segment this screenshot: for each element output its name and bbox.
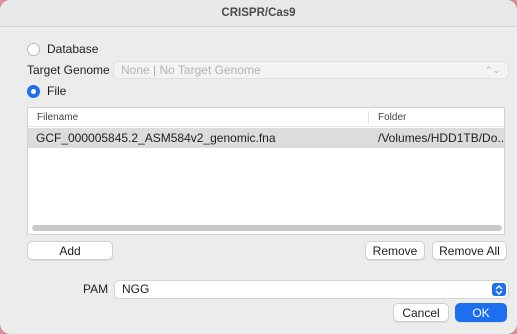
database-option[interactable]: Database — [27, 42, 98, 56]
target-genome-label: Target Genome — [27, 63, 110, 77]
file-option[interactable]: File — [27, 84, 66, 98]
remove-button[interactable]: Remove — [365, 241, 425, 260]
window-title: CRISPR/Cas9 — [221, 7, 296, 19]
table-header: Filename Folder — [28, 108, 504, 127]
database-radio[interactable] — [27, 42, 40, 56]
pam-value: NGG — [122, 282, 150, 296]
up-down-chevron-icon[interactable] — [492, 283, 506, 296]
cell-filename: GCF_000005845.2_ASM584v2_genomic.fna — [36, 131, 276, 145]
target-genome-select: None | No Target Genome ⌃⌄ — [113, 61, 509, 79]
file-radio[interactable] — [27, 84, 40, 98]
cancel-button[interactable]: Cancel — [393, 303, 449, 322]
ok-button[interactable]: OK — [455, 303, 507, 322]
crispr-dialog: CRISPR/Cas9 Database Target Genome None … — [0, 0, 517, 334]
pam-label: PAM — [83, 282, 109, 296]
column-header-filename[interactable]: Filename — [28, 110, 369, 124]
target-genome-value: None | No Target Genome — [121, 63, 261, 77]
cell-folder: /Volumes/HDD1TB/Do... — [378, 131, 504, 145]
add-button[interactable]: Add — [27, 241, 113, 260]
database-radio-label[interactable]: Database — [47, 42, 98, 56]
pam-select[interactable]: NGG — [114, 280, 509, 299]
file-radio-label[interactable]: File — [47, 84, 66, 98]
column-header-folder[interactable]: Folder — [369, 112, 406, 123]
up-down-chevron-icon: ⌃⌄ — [484, 65, 500, 75]
files-table: Filename Folder GCF_000005845.2_ASM584v2… — [27, 107, 505, 235]
table-row[interactable]: GCF_000005845.2_ASM584v2_genomic.fna /Vo… — [28, 128, 504, 148]
remove-all-button[interactable]: Remove All — [432, 241, 507, 260]
title-bar[interactable]: CRISPR/Cas9 — [0, 0, 517, 27]
chevron-updown-icon — [495, 284, 503, 295]
horizontal-scrollbar[interactable] — [32, 225, 502, 231]
